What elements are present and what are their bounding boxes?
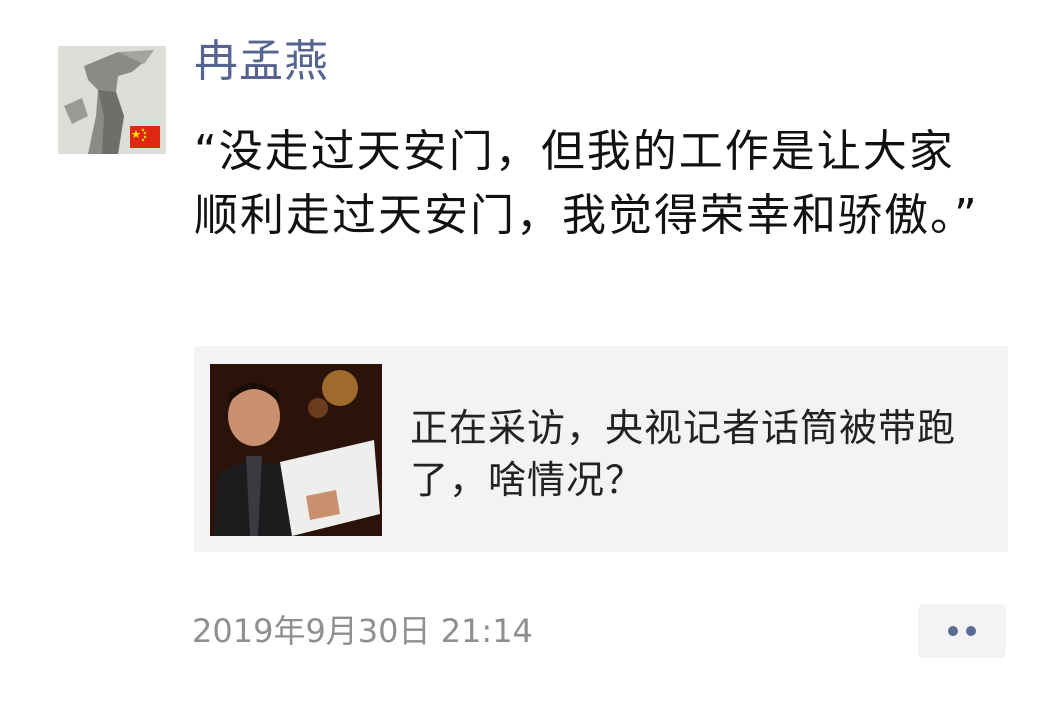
link-thumbnail xyxy=(210,364,382,536)
more-options-icon-dot xyxy=(966,626,976,636)
moments-post: 冉孟燕 “没走过天安门，但我的工作是让大家顺利走过天安门，我觉得荣幸和骄傲。” … xyxy=(0,0,1044,720)
thumbnail-image xyxy=(210,364,382,536)
shared-link-card[interactable]: 正在采访，央视记者话筒被带跑了，啥情况？ xyxy=(194,346,1008,552)
post-timestamp: 2019年9月30日 21:14 xyxy=(192,612,533,650)
more-options-button[interactable] xyxy=(918,604,1006,658)
more-options-icon xyxy=(948,626,958,636)
post-text: “没走过天安门，但我的工作是让大家顺利走过天安门，我觉得荣幸和骄傲。” xyxy=(194,126,979,241)
author-name[interactable]: 冉孟燕 xyxy=(194,32,329,92)
link-title: 正在采访，央视记者话筒被带跑了，啥情况？ xyxy=(410,406,957,502)
avatar-image xyxy=(58,46,166,154)
avatar[interactable] xyxy=(58,46,166,154)
